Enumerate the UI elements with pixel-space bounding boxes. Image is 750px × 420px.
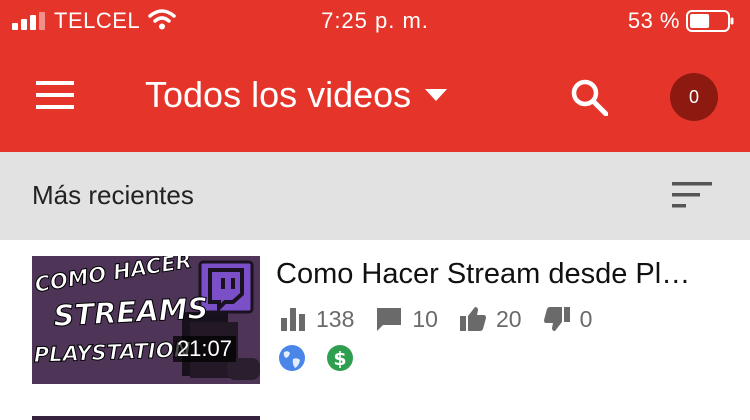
battery-percent: 53 % <box>627 8 680 33</box>
views-icon <box>281 308 305 331</box>
comments-count: 10 <box>412 305 438 332</box>
video-title[interactable]: Como Hacer Stream desde Pl… <box>276 258 736 291</box>
title-dropdown[interactable]: Todos los videos <box>145 70 448 120</box>
search-icon[interactable] <box>570 78 608 116</box>
video-badges: $ <box>278 344 374 372</box>
dislike-icon <box>543 307 570 331</box>
section-bar: Más recientes <box>0 152 750 240</box>
thumbnail-art: COMO HACER STREAMS PLAYSTATION <box>32 256 260 384</box>
battery-icon <box>686 10 734 32</box>
section-label: Más recientes <box>32 180 194 210</box>
sort-icon[interactable] <box>672 180 712 210</box>
dislikes-count: 0 <box>579 305 593 332</box>
views-count: 138 <box>316 305 355 332</box>
next-video-thumbnail[interactable] <box>32 416 260 420</box>
dropdown-icon <box>425 89 448 101</box>
video-thumbnail[interactable]: COMO HACER STREAMS PLAYSTATION 21:07 <box>32 256 260 384</box>
notification-count-badge[interactable]: 0 <box>670 73 718 121</box>
video-list: COMO HACER STREAMS PLAYSTATION 21:07 Com… <box>0 240 750 420</box>
app-bar: Todos los videos 0 <box>0 42 750 152</box>
header: TELCEL 7:25 p. m. 53 % Todos los videos <box>0 0 750 152</box>
comments-icon <box>377 308 402 331</box>
video-duration: 21:07 <box>172 336 236 362</box>
status-bar: TELCEL 7:25 p. m. 53 % <box>0 0 750 42</box>
public-globe-icon <box>279 345 305 371</box>
video-stats: 138 10 20 0 <box>280 304 614 334</box>
video-item[interactable]: COMO HACER STREAMS PLAYSTATION 21:07 Com… <box>0 240 750 400</box>
svg-text:$: $ <box>333 348 346 370</box>
likes-count: 20 <box>495 305 522 332</box>
monetized-dollar-icon: $ <box>327 345 353 371</box>
battery-fill <box>690 14 710 28</box>
like-icon <box>459 307 486 331</box>
page-title: Todos los videos <box>145 74 412 115</box>
menu-icon[interactable] <box>36 81 74 109</box>
